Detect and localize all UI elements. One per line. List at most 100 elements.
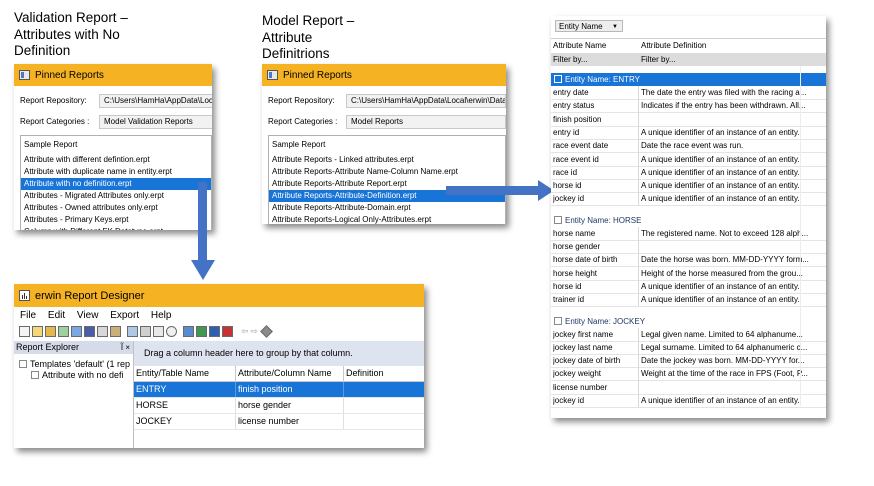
tag-icon[interactable] [260,324,273,338]
pin-close-icon[interactable]: Ĩ × [121,341,130,354]
panel-title: Pinned Reports [283,69,352,81]
save-icon[interactable] [84,325,95,337]
designer-column-header[interactable]: Attribute/Column Name [238,366,344,381]
designer-table-row[interactable]: JOCKEY license number [134,414,424,430]
grid-data-row[interactable]: horse height Height of the horse measured… [551,267,826,281]
report-list-item[interactable]: Attribute Reports-Logical Only-Attribute… [269,214,505,224]
designer-table-row[interactable]: ENTRY finish position [134,382,424,398]
header-attribute-definition[interactable]: Attribute Definition [641,39,823,53]
grid-data-row[interactable]: jockey id A unique identifier of an insta… [551,394,826,408]
grid-data-row[interactable]: race id A unique identifier of an instanc… [551,166,826,180]
attribute-name-cell: race id [553,167,578,177]
repository-field[interactable]: C:\Users\HamHa\AppData\Local\erwin\Data … [346,94,506,108]
open-folder-icon[interactable] [45,325,56,337]
column-divider [235,414,236,429]
attribute-name-cell: trainer id [553,295,585,305]
designer-grid-header: Entity/Table Name Attribute/Column Name De… [134,366,424,382]
report-list-item[interactable]: Attributes - Owned attributes only.erpt [21,202,211,214]
report-list-item[interactable]: Attribute with duplicate name in entity.… [21,166,211,178]
grid-data-row[interactable]: horse id A unique identifier of an instan… [551,179,826,194]
menu-edit[interactable]: Edit [48,310,65,321]
back-icon[interactable]: ⇦ [241,326,249,337]
report-list-item[interactable]: Attribute with no definition.erpt [21,178,211,190]
preview-icon[interactable] [153,325,164,337]
grid-data-row[interactable]: entry date The date the entry was filed w… [551,86,826,100]
menu-bar: File Edit View Export Help [20,310,180,321]
word-icon[interactable] [209,325,220,337]
grid-data-row[interactable]: jockey id A unique identifier of an insta… [551,192,826,207]
grid-data-row[interactable]: horse date of birth Date the horse was bo… [551,253,826,268]
attribute-definition-cell: A unique identifier of an instance of an… [641,167,800,177]
menu-export[interactable]: Export [110,310,139,321]
tree-root-label: Templates 'default' (1 rep [30,359,130,369]
report-list-item[interactable]: Attribute with different defintion.erpt [21,154,211,166]
group-row[interactable]: Entity Name: HORSE [551,214,826,227]
attribute-name-cell: entry date [553,88,589,97]
attribute-definition-cell: A unique identifier of an instance of an… [641,127,800,137]
report-list-item[interactable]: Attribute Reports-Attribute Name-Column … [269,166,505,178]
grid-data-row[interactable]: horse gender [551,240,826,254]
grid-data-row[interactable]: jockey weight Weight at the time of the r… [551,367,826,382]
app-icon [19,290,30,301]
tree-child[interactable]: Attribute with no defi [14,370,133,380]
designer-column-header[interactable]: Entity/Table Name [136,366,236,381]
forward-icon[interactable]: ⇨ [251,326,259,337]
repository-field[interactable]: C:\Users\HamHa\AppData\Local [99,94,212,108]
copy-icon[interactable] [97,325,108,337]
report-list-item[interactable]: Attributes - Migrated Attributes only.er… [21,190,211,202]
grid-data-row[interactable]: finish position [551,113,826,127]
group-row[interactable]: Entity Name: JOCKEY [551,315,826,328]
report-icon[interactable] [183,325,194,337]
sample-report-item[interactable]: Sample Report [269,139,505,151]
designer-column-header[interactable]: Definition [346,366,422,381]
group-by-area[interactable]: Drag a column header here to group by th… [134,341,424,366]
categories-dropdown[interactable]: Model Reports [346,115,506,129]
add-icon[interactable] [58,325,69,337]
search-icon[interactable] [166,325,177,337]
collapse-icon[interactable] [554,316,562,325]
grid-data-row[interactable]: license number [551,381,826,395]
filter-attribute-name[interactable]: Filter by... [553,53,637,66]
menu-file[interactable]: File [20,310,36,321]
group-row[interactable]: Entity Name: ENTRY [551,73,826,86]
paste-icon[interactable] [110,325,121,337]
group-by-chip-entity-name[interactable]: Entity Name ▼ [555,20,623,32]
designer-table-row[interactable]: HORSE horse gender [134,398,424,414]
collapse-icon[interactable] [554,215,562,224]
report-list-item[interactable]: Attributes - Primary Keys.erpt [21,214,211,226]
column-divider [638,226,639,307]
tree-root[interactable]: Templates 'default' (1 rep [14,359,133,369]
report-list-item[interactable]: Column with Different FK Datatype.erpt [21,226,211,230]
new-icon[interactable] [19,325,30,337]
grid-data-row[interactable]: race event date Date the race event was r… [551,139,826,154]
grid-data-row[interactable]: entry status Indicates if the entry has b… [551,99,826,114]
grid-data-row[interactable]: entry id A unique identifier of an instan… [551,126,826,140]
designer-cell: license number [238,416,300,426]
designer-title: erwin Report Designer [35,289,145,302]
export-icon[interactable] [71,325,82,337]
grid-data-row[interactable]: jockey date of birth Date the jockey was … [551,354,826,369]
menu-help[interactable]: Help [151,310,172,321]
menu-view[interactable]: View [77,310,99,321]
grid-data-row[interactable]: horse name The registered name. Not to ex… [551,227,826,241]
grid-data-row[interactable]: horse id A unique identifier of an instan… [551,280,826,294]
collapse-icon[interactable] [554,75,562,83]
categories-dropdown[interactable]: Model Validation Reports [99,115,212,129]
grid-data-row[interactable]: trainer id A unique identifier of an inst… [551,293,826,308]
pdf-icon[interactable] [222,325,233,337]
model-caption: Model Report – Attribute Definitrions [262,13,382,63]
header-attribute-name[interactable]: Attribute Name [553,39,637,53]
grid-data-row[interactable]: race event id A unique identifier of an i… [551,153,826,167]
sample-report-item[interactable]: Sample Report [21,139,211,151]
grid-data-row[interactable]: jockey first name Legal given name. Limit… [551,328,826,342]
open-icon[interactable] [32,325,43,337]
report-list-item[interactable]: Attribute Reports-Attribute-Domain.erpt [269,202,505,214]
refresh-icon[interactable] [127,325,138,337]
filter-attribute-definition[interactable]: Filter by... [641,53,823,66]
excel-icon[interactable] [196,325,207,337]
report-list-item[interactable]: Attribute Reports - Linked attributes.er… [269,154,505,166]
grid-data-row[interactable]: jockey last name Legal surname. Limited t… [551,341,826,355]
collapse-icon[interactable] [19,360,27,368]
expand-icon[interactable] [31,371,39,379]
print-icon[interactable] [140,325,151,337]
